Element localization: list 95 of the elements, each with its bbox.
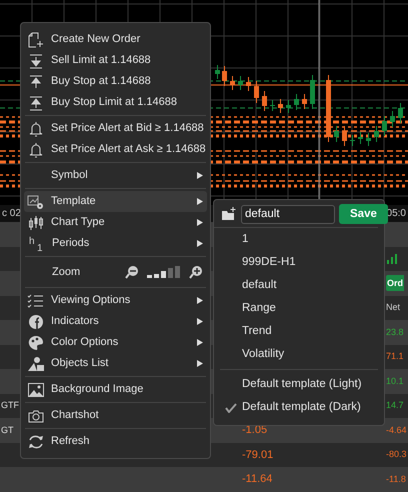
menu-item[interactable]: Buy Stop at 1.14688	[24, 71, 207, 92]
candle	[230, 76, 235, 90]
submenu-arrow-icon	[197, 318, 203, 325]
menu-item[interactable]: Set Price Alert at Ask ≥ 1.14688	[24, 139, 207, 160]
candle	[334, 126, 339, 142]
menu-item[interactable]: Sell Limit at 1.14688	[24, 50, 207, 71]
menu-item[interactable]: 999DE-H1	[214, 251, 384, 274]
table-cell: -79.01	[242, 448, 274, 460]
menu-item[interactable]: Buy Stop Limit at 1.14688	[24, 92, 207, 113]
table-cell: 23.8	[386, 326, 404, 336]
candle	[286, 100, 291, 114]
table-cell: 71.1	[386, 351, 404, 361]
candle	[294, 94, 299, 110]
candle	[310, 74, 315, 110]
menu-item[interactable]: Trend	[214, 320, 384, 343]
menu-item[interactable]: Volatility	[214, 343, 384, 366]
arrow-down-icon	[27, 52, 45, 68]
candle	[246, 76, 251, 92]
candle	[390, 110, 395, 128]
table-cell: -11.8	[386, 474, 406, 484]
candle	[254, 80, 259, 104]
menu-item[interactable]: Default template (Light)	[214, 373, 384, 396]
candlestick-icon	[27, 214, 45, 230]
palette-icon	[27, 334, 45, 350]
candle	[278, 98, 283, 114]
refresh-icon	[27, 434, 45, 450]
folder-plus-icon[interactable]	[221, 207, 237, 221]
menu-item[interactable]: Symbol	[24, 165, 207, 186]
checklist-icon	[27, 292, 45, 308]
arrow-up-icon	[27, 94, 45, 110]
camera-icon	[27, 408, 45, 424]
submenu-arrow-icon	[197, 172, 203, 179]
table-cell: -11.64	[242, 473, 272, 485]
menu-item[interactable]: Create New Order	[24, 29, 207, 50]
candle	[398, 102, 403, 124]
candle	[222, 66, 227, 86]
submenu-arrow-icon	[197, 198, 203, 205]
table-cell: -80.3	[386, 449, 407, 459]
axis-date-label: c 02	[2, 207, 21, 221]
submenu-arrow-icon	[197, 297, 203, 304]
menu-item[interactable]: Color Options	[24, 332, 207, 353]
menu-item[interactable]: Viewing Options	[24, 290, 207, 311]
table-cell: -4.64	[386, 424, 407, 434]
sparkline-icon	[386, 252, 400, 265]
template-name-field[interactable]: default	[241, 204, 335, 224]
candle	[382, 116, 387, 136]
menu-item[interactable]: Chartshot	[24, 405, 207, 426]
period-label: h	[29, 234, 35, 248]
period-subscript: 1	[37, 242, 43, 256]
menu-item[interactable]: h 1 Periods	[24, 233, 207, 254]
save-button[interactable]: Save	[339, 204, 388, 224]
arrow-up-icon	[27, 74, 45, 90]
menu-item[interactable]: default	[214, 274, 384, 297]
candle	[262, 90, 267, 112]
menu-item[interactable]: Set Price Alert at Bid ≥ 1.14688	[24, 118, 207, 139]
menu-item[interactable]: 1	[214, 228, 384, 251]
candle	[358, 132, 363, 144]
menu-label: Zoom	[52, 264, 82, 280]
candle	[238, 76, 243, 90]
shapes-icon	[27, 356, 45, 372]
submenu-arrow-icon	[197, 240, 203, 247]
candle	[302, 94, 307, 110]
zoom-in-icon[interactable]	[189, 265, 203, 279]
table-cell: 10.1	[386, 376, 404, 386]
table-cell: GTF	[1, 400, 19, 410]
menu-item[interactable]: Template	[24, 191, 207, 212]
table-cell: GT	[1, 424, 14, 434]
candle	[374, 126, 379, 142]
menu-item[interactable]: Background Image	[24, 379, 207, 400]
candle	[326, 74, 331, 142]
submenu-arrow-icon	[197, 219, 203, 226]
menu-item[interactable]: Chart Type	[24, 212, 207, 233]
candle	[215, 64, 220, 80]
candle	[342, 126, 347, 146]
candle	[366, 132, 371, 146]
bell-icon	[27, 142, 45, 158]
candle	[350, 134, 355, 146]
bell-icon	[27, 120, 45, 136]
image-icon	[27, 382, 45, 398]
menu-item[interactable]: Indicators	[24, 311, 207, 332]
menu-item[interactable]: Objects List	[24, 353, 207, 374]
candle	[270, 100, 275, 112]
zoom-out-icon[interactable]	[125, 265, 139, 279]
indicator-icon	[27, 314, 45, 330]
column-header: Net	[386, 302, 400, 312]
order-button[interactable]: Ord	[386, 274, 404, 290]
submenu-arrow-icon	[197, 339, 203, 346]
table-cell: 14.7	[386, 400, 404, 410]
menu-item[interactable]: Refresh	[24, 431, 207, 452]
menu-item[interactable]: Range	[214, 297, 384, 320]
new-document-icon	[27, 32, 45, 48]
submenu-arrow-icon	[197, 360, 203, 367]
checkmark-icon	[224, 402, 238, 412]
menu-item[interactable]: Default template (Dark)	[214, 396, 384, 419]
chart-gear-icon	[27, 194, 45, 210]
